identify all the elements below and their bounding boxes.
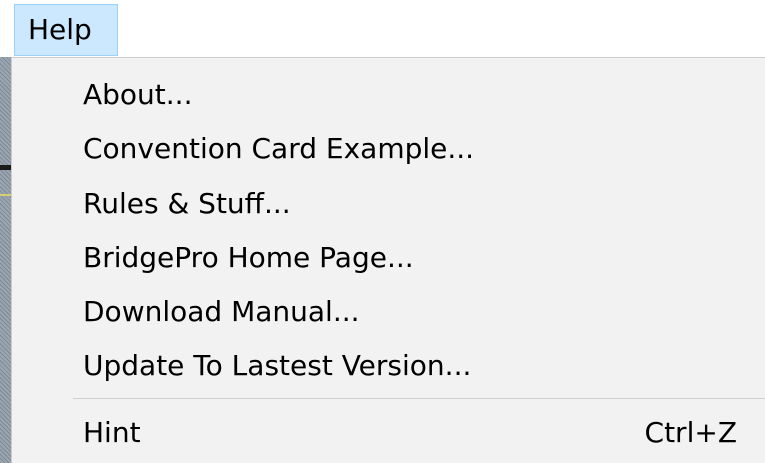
menu-item-hint[interactable]: Hint Ctrl+Z (12, 409, 765, 457)
menu-item-convention-card-example[interactable]: Convention Card Example... (12, 125, 765, 173)
menu-item-label: Convention Card Example... (83, 132, 475, 165)
menu-item-bridgepro-home-page[interactable]: BridgePro Home Page... (12, 234, 765, 282)
background-mark (0, 194, 11, 196)
menu-item-label: Hint (83, 416, 141, 449)
menu-item-rules-and-stuff[interactable]: Rules & Stuff... (12, 180, 765, 228)
menu-item-about[interactable]: About... (12, 71, 765, 119)
menu-item-update-to-latest-version[interactable]: Update To Lastest Version... (12, 342, 765, 390)
menu-separator (73, 398, 765, 399)
background-window-edge (0, 57, 11, 463)
keyboard-shortcut: Ctrl+Z (644, 416, 737, 449)
background-mark (0, 165, 11, 170)
help-dropdown-menu: About... Convention Card Example... Rule… (11, 57, 765, 463)
menu-item-label: Download Manual... (83, 295, 360, 328)
menu-item-label: BridgePro Home Page... (83, 241, 414, 274)
menu-item-label: About... (83, 78, 193, 111)
menu-item-label: Rules & Stuff... (83, 187, 291, 220)
menu-item-download-manual[interactable]: Download Manual... (12, 288, 765, 336)
menubar-help[interactable]: Help (14, 4, 118, 56)
menu-item-label: Update To Lastest Version... (83, 349, 472, 382)
menu-bar: Help (0, 0, 765, 57)
